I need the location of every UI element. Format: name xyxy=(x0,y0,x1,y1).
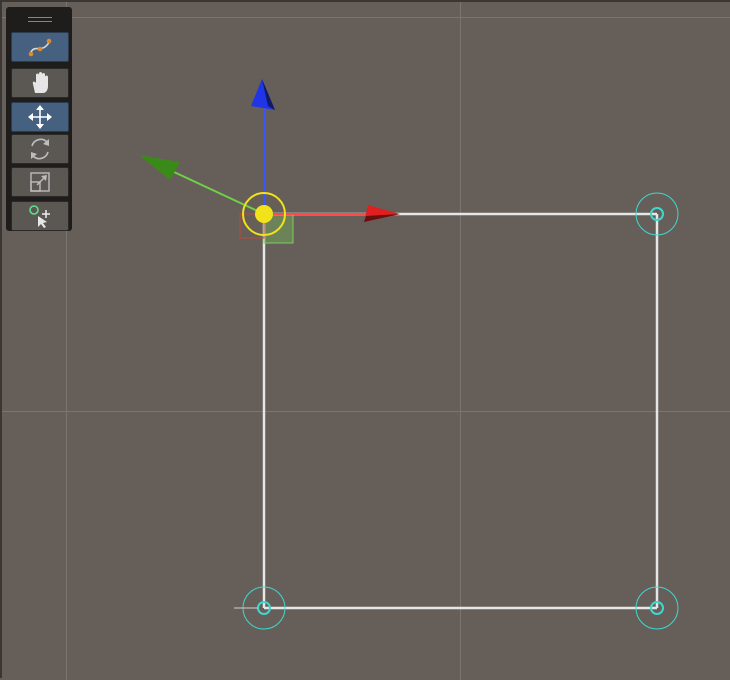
grid xyxy=(2,2,730,680)
z-axis-arrow[interactable] xyxy=(139,155,180,180)
spline-edit-icon xyxy=(28,38,52,57)
move-icon xyxy=(28,105,52,129)
rotate-tool-button[interactable] xyxy=(11,134,69,164)
scale-tool-button[interactable] xyxy=(11,167,69,197)
hand-icon xyxy=(32,72,48,93)
spline-edit-tool-button[interactable] xyxy=(11,32,69,62)
add-point-icon xyxy=(29,205,50,228)
scene-viewport[interactable] xyxy=(0,0,730,680)
tool-palette xyxy=(6,7,72,231)
move-tool-button[interactable] xyxy=(11,102,69,132)
drag-handle-icon[interactable] xyxy=(28,15,52,25)
z-axis-line[interactable] xyxy=(173,171,265,215)
scale-icon xyxy=(30,172,50,192)
move-gizmo[interactable] xyxy=(139,79,400,244)
pan-tool-button[interactable] xyxy=(11,68,69,98)
rotate-icon xyxy=(31,138,49,160)
scene-canvas[interactable] xyxy=(2,2,730,680)
gizmo-center-dot[interactable] xyxy=(255,205,273,223)
add-point-tool-button[interactable] xyxy=(11,201,69,231)
